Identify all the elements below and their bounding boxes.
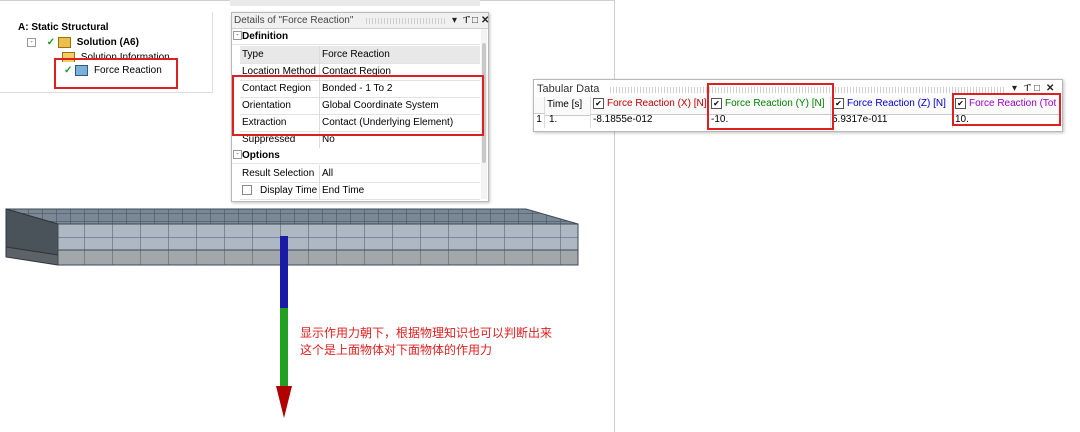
cell-x-value: -8.1855e-012	[593, 114, 653, 125]
group-definition[interactable]: - Definition	[232, 29, 480, 45]
details-header: Details of "Force Reaction" ▾ ፐ □ ✕	[232, 13, 489, 29]
collapse-icon[interactable]: -	[233, 31, 242, 40]
highlight-y-column	[707, 83, 834, 130]
collapse-icon[interactable]: -	[233, 150, 242, 159]
tree-title: A: Static Structural	[18, 22, 109, 33]
tree-label-solution: Solution (A6)	[76, 37, 139, 49]
details-row-result-selection[interactable]: Result Selection All	[240, 165, 480, 183]
cell-time-value: 1.	[549, 114, 558, 125]
row-index: 1	[534, 114, 545, 128]
display-time-checkbox[interactable]	[242, 185, 252, 196]
tree-item-solution[interactable]: - ✓ Solution (A6)	[27, 37, 139, 48]
cell-time[interactable]: 1.	[545, 114, 591, 128]
details-key: Display Time	[242, 185, 317, 196]
annotation-line-2: 这个是上面物体对下面物体的作用力	[300, 343, 493, 357]
column-header-z[interactable]: ✔ Force Reaction (Z) [N]	[831, 97, 953, 115]
maximize-icon[interactable]: □	[472, 15, 478, 26]
details-title: Details of "Force Reaction"	[234, 15, 354, 26]
display-time-label: Display Time	[260, 185, 318, 196]
check-icon[interactable]: ✔	[593, 98, 604, 109]
background-panel-header	[230, 0, 480, 6]
check-icon: ✓	[46, 37, 56, 49]
highlight-total-column	[952, 93, 1061, 126]
minus-toggle-icon[interactable]: -	[27, 38, 36, 47]
group-options-label: Options	[242, 150, 280, 161]
details-row-display-time[interactable]: Display Time End Time	[240, 182, 480, 200]
column-header-x[interactable]: ✔ Force Reaction (X) [N]	[591, 97, 709, 115]
column-header-z-label: Force Reaction (Z) [N]	[847, 98, 946, 110]
solution-icon	[57, 37, 71, 48]
cell-x[interactable]: -8.1855e-012	[591, 114, 709, 128]
details-value: End Time	[322, 185, 365, 196]
group-definition-label: Definition	[242, 31, 289, 42]
highlight-force-reaction	[54, 58, 178, 89]
column-header-x-label: Force Reaction (X) [N]	[607, 98, 707, 110]
details-value: All	[322, 168, 334, 179]
row-header-corner	[534, 97, 545, 114]
dropdown-icon[interactable]: ▾	[452, 15, 457, 26]
force-arrow	[276, 236, 292, 418]
details-key: Type	[242, 49, 264, 60]
highlight-contact-rows	[232, 75, 484, 136]
check-icon[interactable]: ✔	[833, 98, 844, 109]
cell-z[interactable]: 5.9317e-011	[831, 114, 953, 128]
close-icon[interactable]: ✕	[481, 15, 489, 26]
annotation-line-1: 显示作用力朝下，根据物理知识也可以判断出来	[300, 326, 553, 340]
cell-z-value: 5.9317e-011	[832, 114, 888, 125]
pin-icon[interactable]: ፐ	[463, 15, 470, 26]
details-value: Force Reaction	[322, 49, 390, 60]
group-options[interactable]: - Options	[232, 148, 480, 164]
tabular-title: Tabular Data	[537, 83, 600, 95]
details-key: Result Selection	[242, 168, 315, 179]
header-grip[interactable]	[366, 18, 446, 24]
details-row-type[interactable]: Type Force Reaction	[240, 46, 480, 64]
column-header-time-label: Time [s]	[547, 99, 583, 110]
